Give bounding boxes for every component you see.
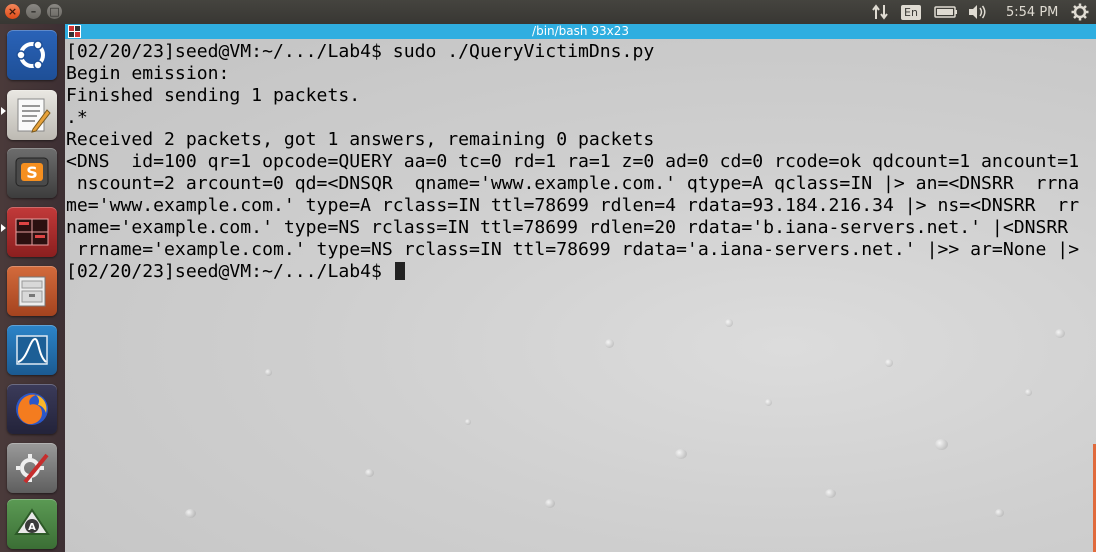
terminal-line: name='example.com.' type=NS rclass=IN tt… [66,217,1080,238]
sublime-text-icon[interactable]: S [7,148,57,198]
file-manager-icon[interactable] [7,266,57,316]
ubuntu-dash-icon[interactable] [7,30,57,80]
svg-text:A: A [28,522,36,533]
terminal-line: rrname='example.com.' type=NS rclass=IN … [66,239,1080,260]
terminal-titlebar[interactable]: /bin/bash 93x23 [65,24,1096,39]
launcher: S A [0,24,66,552]
keyboard-language-indicator[interactable]: En [901,0,921,24]
terminal-line: <DNS id=100 qr=1 opcode=QUERY aa=0 tc=0 … [66,151,1080,172]
terminal-window[interactable]: /bin/bash 93x23 [02/20/23]seed@VM:~/.../… [65,24,1096,552]
top-panel: × – □ En 5:54 PM [0,0,1096,24]
terminal-line: nscount=2 arcount=0 qd=<DNSQR qname='www… [66,173,1080,194]
raindrop [1025,389,1032,396]
network-arrows-icon[interactable] [870,0,890,24]
software-updater-icon[interactable]: A [7,499,57,549]
window-close-button[interactable]: × [5,4,20,19]
raindrop [825,489,836,498]
terminal-prompt: [02/20/23]seed@VM:~/.../Lab4$ [66,261,393,282]
terminal-title: /bin/bash 93x23 [532,24,629,38]
terminal-icon[interactable] [7,207,57,257]
battery-icon[interactable] [934,0,960,24]
running-indicator [1,107,6,115]
raindrop [365,469,374,477]
window-minimize-button[interactable]: – [26,4,41,19]
terminal-line: Finished sending 1 packets. [66,85,361,106]
language-label: En [901,4,921,20]
svg-text:S: S [26,163,38,182]
terminator-icon [68,25,81,38]
terminal-line: [02/20/23]seed@VM:~/.../Lab4$ sudo ./Que… [66,41,655,62]
raindrop [465,419,471,425]
raindrop [935,439,948,450]
text-cursor [394,262,405,280]
raindrop [725,319,733,327]
raindrop [1055,329,1065,338]
terminal-prompt-line[interactable]: [02/20/23]seed@VM:~/.../Lab4$ [66,261,1079,283]
raindrop [995,509,1004,517]
terminal-line: .* [66,107,88,128]
raindrop [675,449,687,459]
raindrop [605,339,614,348]
terminal-output: [02/20/23]seed@VM:~/.../Lab4$ sudo ./Que… [66,41,1079,283]
terminal-line: Received 2 packets, got 1 answers, remai… [66,129,655,150]
raindrop [185,509,196,518]
running-indicator [1,224,6,232]
gear-icon[interactable] [1070,0,1090,24]
raindrop [265,369,272,376]
text-editor-icon[interactable] [7,90,57,140]
volume-icon[interactable] [968,0,990,24]
wireshark-icon[interactable] [7,325,57,375]
raindrop [765,399,772,406]
firefox-icon[interactable] [7,384,57,434]
raindrop [885,359,893,367]
system-settings-icon[interactable] [7,443,57,493]
window-maximize-button[interactable]: □ [47,4,62,19]
raindrop [545,499,555,508]
terminal-line: me='www.example.com.' type=A rclass=IN t… [66,195,1080,216]
clock[interactable]: 5:54 PM [1006,0,1058,24]
terminal-body[interactable]: [02/20/23]seed@VM:~/.../Lab4$ sudo ./Que… [65,39,1096,552]
terminal-line: Begin emission: [66,63,230,84]
